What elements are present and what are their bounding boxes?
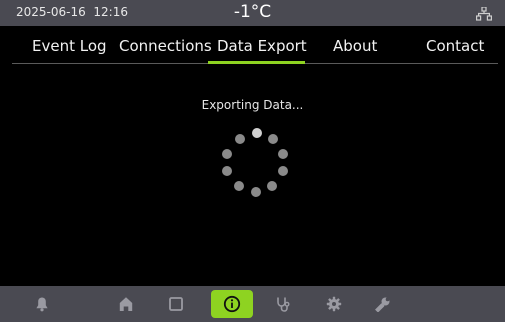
square-icon [169, 297, 183, 311]
info-icon [223, 295, 241, 313]
spinner-dot [268, 134, 278, 144]
nav-screen-button[interactable] [156, 290, 196, 318]
tab-connections[interactable]: Connections [119, 37, 212, 55]
gear-icon [326, 296, 342, 312]
tab-data-export[interactable]: Data Export [217, 37, 307, 55]
spinner-dot [278, 149, 288, 159]
spinner-dot [222, 166, 232, 176]
tab-contact[interactable]: Contact [426, 37, 484, 55]
tab-event-log[interactable]: Event Log [32, 37, 107, 55]
spinner-dot [252, 128, 262, 138]
bell-icon [36, 297, 48, 312]
home-icon [119, 297, 133, 311]
spinner-dot [267, 181, 277, 191]
tab-about[interactable]: About [333, 37, 377, 55]
status-bar: 2025-06-16 12:16 -1°C [0, 0, 505, 26]
nav-info-button[interactable] [211, 290, 253, 318]
nav-alarms-button[interactable] [22, 290, 62, 318]
stethoscope-icon [277, 297, 290, 312]
spinner-dot [278, 166, 288, 176]
nav-service-button[interactable] [363, 290, 403, 318]
nav-diagnostics-button[interactable] [263, 290, 303, 318]
tab-bar: Event Log Connections Data Export About … [12, 30, 498, 64]
bottom-nav-bar [0, 286, 505, 322]
spinner-dot [222, 149, 232, 159]
export-status-message: Exporting Data... [201, 98, 304, 112]
network-icon [476, 6, 492, 21]
wrench-icon [375, 297, 390, 312]
active-tab-indicator [208, 61, 305, 64]
nav-settings-button[interactable] [314, 290, 354, 318]
spinner-dot [235, 134, 245, 144]
nav-home-button[interactable] [106, 290, 146, 318]
spinner-dot [251, 187, 261, 197]
status-temperature: -1°C [233, 2, 272, 22]
spinner-dot [234, 181, 244, 191]
